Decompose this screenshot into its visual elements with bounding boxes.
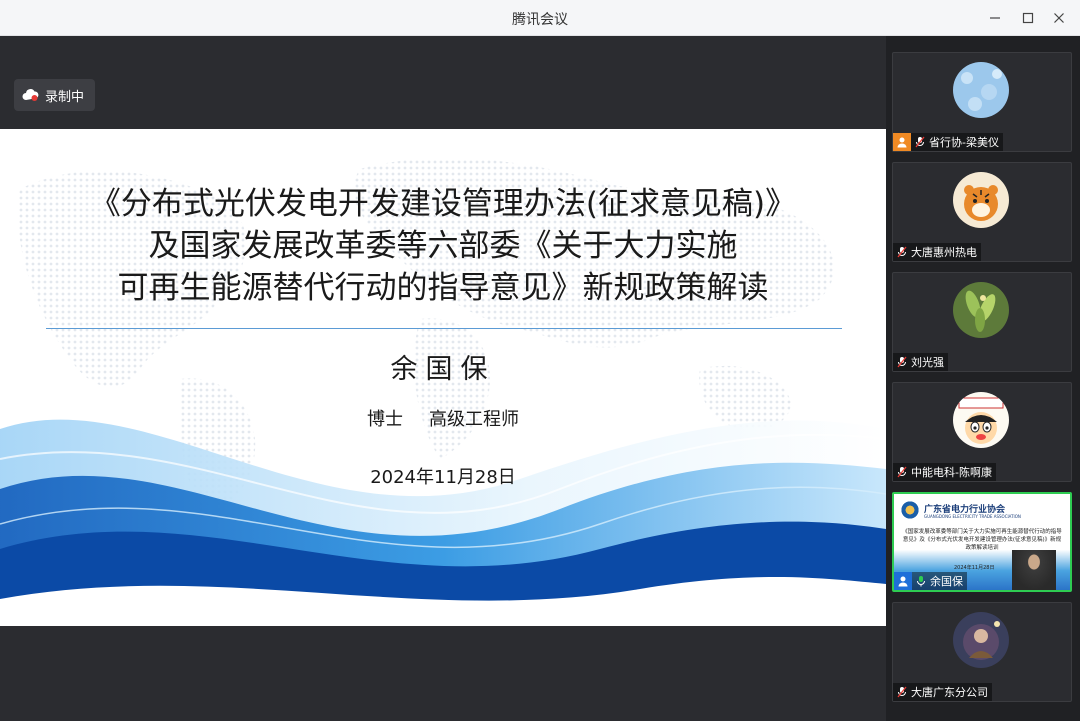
participant-namebar: 刘光强	[893, 353, 948, 371]
mic-muted-icon	[895, 685, 909, 699]
participant-tile[interactable]: 大唐惠州热电	[892, 162, 1072, 262]
slide-date: 2024年11月28日	[370, 467, 516, 488]
slide-divider	[46, 328, 842, 329]
slide-title-line-1: 《分布式光伏发电开发建设管理办法(征求意见稿)》	[89, 186, 797, 222]
recording-badge[interactable]: 录制中	[14, 79, 95, 111]
mic-muted-icon	[895, 355, 909, 369]
participant-name: 大唐广东分公司	[911, 686, 988, 699]
recording-label: 录制中	[45, 89, 85, 105]
maximize-icon	[1022, 12, 1034, 24]
mic-muted-icon	[895, 465, 909, 479]
participant-name: 大唐惠州热电	[911, 246, 977, 259]
participant-namebar: 中能电科-陈啊康	[893, 463, 996, 481]
mic-muted-icon	[895, 245, 909, 259]
window-title-bar: 腾讯会议	[0, 0, 1080, 36]
participant-name: 刘光强	[911, 356, 944, 369]
participant-namebar: 省行协-梁美仪	[893, 133, 1003, 151]
participant-tile[interactable]: 省行协-梁美仪	[892, 52, 1072, 152]
maximize-button[interactable]	[1016, 6, 1040, 30]
participant-tile[interactable]: 大唐广东分公司	[892, 602, 1072, 702]
close-button[interactable]	[1047, 6, 1071, 30]
participant-name: 中能电科-陈啊康	[911, 466, 992, 479]
cloud-record-icon	[22, 89, 39, 101]
presenter-degree: 博士	[367, 409, 403, 430]
thumb-org-name-en: GUANGDONG ELECTRICITY TRADE ASSOCIATION	[924, 514, 1021, 519]
participant-namebar: 余国保	[894, 572, 967, 590]
main-stage: 录制中 《分布式光伏发电开发建设管理办法(征求意见稿)》 及国家发展改革委等六部…	[0, 36, 886, 721]
participant-panel: 省行协-梁美仪 大唐惠州热电 刘光强 中能电科-陈啊康 广东省电力行业协会 GU…	[886, 36, 1080, 721]
presenter-credentials: 博士 高级工程师	[0, 405, 886, 431]
mic-muted-icon	[913, 135, 927, 149]
participant-namebar: 大唐广东分公司	[893, 683, 992, 701]
plant-avatar	[953, 282, 1009, 338]
thumb-date: 2024年11月28日	[954, 565, 995, 571]
presenter-name: 余国保	[390, 354, 496, 385]
presenter-title: 高级工程师	[429, 409, 519, 430]
landscape-avatar	[953, 62, 1009, 118]
participant-name: 余国保	[930, 575, 963, 588]
cartoon-avatar	[953, 392, 1009, 448]
participant-tile[interactable]: 刘光强	[892, 272, 1072, 372]
close-icon	[1054, 13, 1064, 23]
host-user-icon	[894, 572, 912, 590]
night-avatar	[953, 612, 1009, 668]
shared-slide: 《分布式光伏发电开发建设管理办法(征求意见稿)》 及国家发展改革委等六部委《关于…	[0, 129, 886, 626]
mic-active-icon	[914, 574, 928, 588]
participant-tile[interactable]: 中能电科-陈啊康	[892, 382, 1072, 482]
host-user-icon	[893, 133, 911, 151]
participant-name: 省行协-梁美仪	[929, 136, 999, 149]
speaker-video	[1012, 550, 1056, 590]
association-logo	[900, 500, 920, 520]
slide-title-line-3: 可再生能源替代行动的指导意见》新规政策解读	[117, 270, 769, 306]
tiger-avatar	[953, 172, 1009, 228]
participant-tile-active[interactable]: 广东省电力行业协会 GUANGDONG ELECTRICITY TRADE AS…	[892, 492, 1072, 592]
window-title: 腾讯会议	[512, 12, 568, 28]
participant-namebar: 大唐惠州热电	[893, 243, 981, 261]
thumb-body-text: 《国家发展改革委等部门关于大力实施可再生能源替代行动的指导意见》及《分布式光伏发…	[902, 529, 1062, 551]
minimize-button[interactable]	[983, 6, 1007, 30]
slide-title-line-2: 及国家发展改革委等六部委《关于大力实施	[148, 228, 738, 264]
minimize-icon	[990, 17, 1000, 19]
